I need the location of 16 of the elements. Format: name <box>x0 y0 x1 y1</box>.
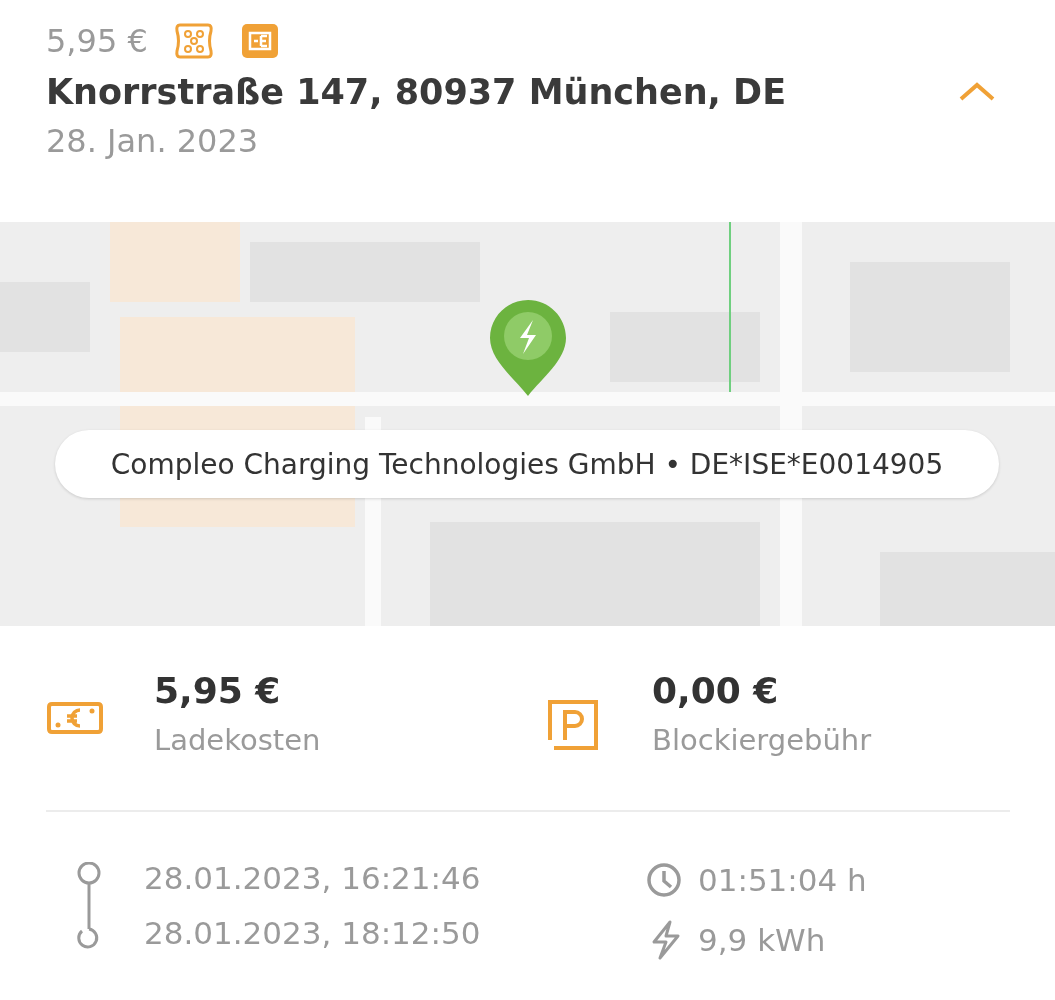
plug-connector-icon <box>173 21 214 61</box>
charging-pin-icon <box>488 298 568 398</box>
cost-label: Ladekosten <box>154 723 321 757</box>
cost-amount: 0,00 € <box>652 670 780 711</box>
connector-plug-icon <box>239 21 280 61</box>
cost-label: Blockiergebühr <box>652 723 872 757</box>
address-title: Knorrstraße 147, 80937 München, DE <box>46 72 787 112</box>
duration-text: 01:51:04 h <box>698 863 867 897</box>
station-label: Compleo Charging Technologies GmbH • DE*ISE*E0014905 <box>55 430 999 498</box>
cost-amount: 5,95 € <box>154 670 282 711</box>
energy-text: 9,9 kWh <box>698 923 826 957</box>
date-text: 28. Jan. 2023 <box>46 122 260 160</box>
start-time: 28.01.2023, 16:21:46 <box>144 862 481 895</box>
end-time: 28.01.2023, 18:12:50 <box>144 917 481 950</box>
price-text: 5,95 € <box>46 22 148 60</box>
clock-icon <box>646 862 682 898</box>
